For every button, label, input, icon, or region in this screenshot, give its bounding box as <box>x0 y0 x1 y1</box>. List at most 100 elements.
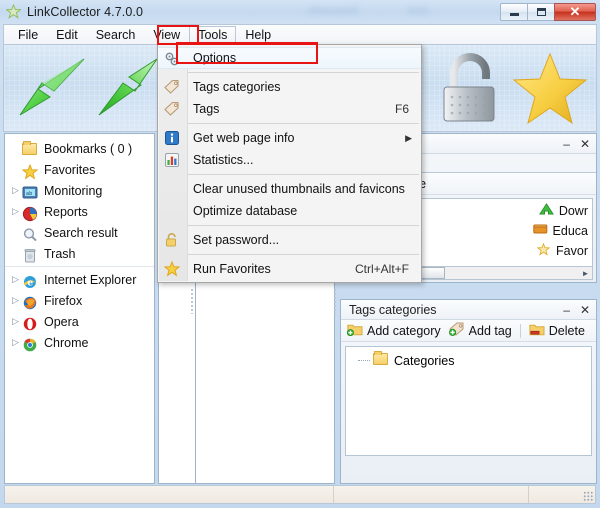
sidebar-item-label: Monitoring <box>44 183 103 198</box>
book-icon <box>532 223 548 239</box>
minimize-icon[interactable]: – <box>563 137 570 151</box>
menu-item-run-favorites[interactable]: Run Favorites Ctrl+Alt+F <box>158 258 421 280</box>
menu-item-set-password[interactable]: Set password... <box>158 229 421 251</box>
delete-folder-icon <box>529 322 545 339</box>
sidebar-item-label: Internet Explorer <box>44 272 137 287</box>
status-bar <box>4 485 596 504</box>
menu-separator <box>188 123 419 124</box>
add-category-label: Add category <box>367 323 441 338</box>
folder-icon <box>373 351 388 368</box>
categories-tree[interactable]: Categories <box>345 346 592 456</box>
annotation-connector-vertical <box>316 43 318 56</box>
tag-row[interactable]: Dowr <box>538 203 588 219</box>
chevron-right-icon[interactable]: ▷ <box>9 207 22 216</box>
menu-item-label: Run Favorites <box>193 262 271 276</box>
tree-node-categories[interactable]: Categories <box>346 351 591 368</box>
status-segment-1 <box>5 486 334 503</box>
sidebar-item-monitoring[interactable]: ▷ ab Monitoring <box>5 180 154 201</box>
chevron-right-icon[interactable]: ▷ <box>9 296 22 305</box>
maximize-button[interactable] <box>527 2 554 21</box>
star-icon <box>5 3 22 19</box>
add-tag-icon <box>448 322 465 339</box>
menu-item-label: Optimize database <box>193 204 298 218</box>
sidebar-item-bookmarks[interactable]: Bookmarks ( 0 ) <box>5 138 154 159</box>
tree-node-label: Categories <box>394 353 455 368</box>
sidebar-item-chrome[interactable]: ▷ Chrome <box>5 332 154 353</box>
menu-item-optimize-database[interactable]: Optimize database <box>158 200 421 222</box>
tags-categories-title: Tags categories <box>349 302 437 317</box>
submenu-arrow-icon: ▶ <box>405 132 412 143</box>
chevron-right-icon[interactable]: ▷ <box>9 275 22 284</box>
sidebar-item-internet-explorer[interactable]: ▷ e Internet Explorer <box>5 269 154 290</box>
sidebar-tree-panel[interactable]: Bookmarks ( 0 ) Favorites ▷ ab Monitorin… <box>4 133 155 484</box>
menu-separator <box>188 254 419 255</box>
menu-item-label: Statistics... <box>193 153 254 167</box>
tags-categories-command-bar: Add category Add tag Delete <box>341 320 596 342</box>
sidebar-item-favorites[interactable]: Favorites <box>5 159 154 180</box>
minimize-icon[interactable]: – <box>563 303 570 317</box>
menu-item-tags[interactable]: Tags F6 <box>158 98 421 120</box>
monitor-icon: ab <box>22 183 39 199</box>
scroll-right-button[interactable]: ► <box>579 267 592 279</box>
chevron-right-icon[interactable]: ▷ <box>9 338 22 347</box>
menu-item-tags-categories[interactable]: Tags categories <box>158 76 421 98</box>
menu-item-clear-unused-thumbnails[interactable]: Clear unused thumbnails and favicons <box>158 178 421 200</box>
resize-grip[interactable] <box>583 491 593 501</box>
sidebar-separator <box>5 266 154 267</box>
window-title: LinkCollector 4.7.0.0 <box>27 4 144 19</box>
tag-row[interactable]: Favor <box>536 242 588 259</box>
green-arrow-down-left-icon[interactable] <box>12 53 92 125</box>
close-button[interactable]: ✕ <box>554 2 596 21</box>
menu-item-accelerator: F6 <box>394 102 409 116</box>
sidebar-item-firefox[interactable]: ▷ Firefox <box>5 290 154 311</box>
svg-text:e: e <box>27 278 33 288</box>
magnifier-icon <box>22 225 39 241</box>
splitter-handle-left[interactable] <box>190 288 195 314</box>
menu-item-statistics[interactable]: Statistics... <box>158 149 421 171</box>
options-gear-icon <box>164 51 180 67</box>
tools-dropdown-menu[interactable]: Options Tags categories Tags F6 Get web … <box>157 44 422 283</box>
padlock-icon[interactable] <box>438 53 506 127</box>
menu-item-file[interactable]: File <box>9 26 47 44</box>
chevron-right-icon[interactable]: ▷ <box>9 317 22 326</box>
chevron-right-icon[interactable]: ▷ <box>9 186 22 195</box>
menu-item-edit[interactable]: Edit <box>47 26 87 44</box>
sidebar-item-search-result[interactable]: Search result <box>5 222 154 243</box>
sidebar-item-label: Favorites <box>44 162 96 177</box>
chrome-icon <box>22 335 39 351</box>
trash-icon <box>22 246 39 262</box>
green-arrow-up-right-icon[interactable] <box>89 51 161 121</box>
close-icon[interactable]: ✕ <box>580 303 590 317</box>
sidebar-item-label: Bookmarks ( 0 ) <box>44 141 133 156</box>
add-tag-button[interactable]: Add tag <box>448 322 512 339</box>
menu-item-tools[interactable]: Tools <box>189 26 237 44</box>
add-category-button[interactable]: Add category <box>346 322 441 339</box>
delete-category-button[interactable]: Delete <box>529 322 585 339</box>
star-icon <box>163 260 181 277</box>
star-icon <box>21 162 39 180</box>
menu-bar: File Edit Search View Tools Help <box>3 24 597 45</box>
sidebar-item-reports[interactable]: ▷ Reports <box>5 201 154 222</box>
link-detail-panel[interactable] <box>195 272 335 484</box>
menu-item-get-web-page-info[interactable]: Get web page info ▶ <box>158 127 421 149</box>
menu-item-view[interactable]: View <box>144 26 189 44</box>
menu-item-search[interactable]: Search <box>87 26 145 44</box>
minimize-button[interactable] <box>500 2 527 21</box>
splitter-handle-right[interactable] <box>333 288 338 314</box>
add-tag-label: Add tag <box>468 323 512 338</box>
menu-item-help[interactable]: Help <box>236 26 280 44</box>
sidebar-item-trash[interactable]: Trash <box>5 243 154 264</box>
tag-icon <box>164 79 180 95</box>
star-icon <box>536 242 551 259</box>
info-icon <box>164 130 180 146</box>
menu-item-accelerator: Ctrl+Alt+F <box>354 262 409 276</box>
tag-row[interactable]: Educa <box>532 223 588 239</box>
blurred-text-2: text <box>408 3 428 17</box>
sidebar-item-label: Opera <box>44 314 79 329</box>
close-icon[interactable]: ✕ <box>580 137 590 151</box>
menu-item-options[interactable]: Options <box>158 47 421 69</box>
sidebar-item-opera[interactable]: ▷ Opera <box>5 311 154 332</box>
padlock-icon <box>164 232 180 248</box>
application-window: LinkCollector 4.7.0.0 obscured text ✕ Fi… <box>0 0 600 508</box>
yellow-star-icon[interactable] <box>512 51 588 127</box>
